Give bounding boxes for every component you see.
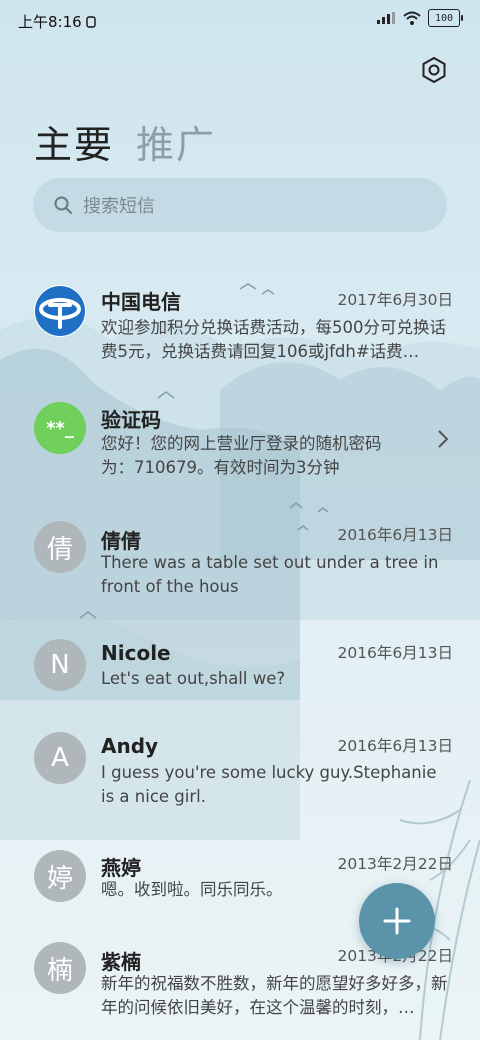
avatar: A [34, 732, 86, 784]
message-preview: 您好！您的网上营业厅登录的随机密码为：710679。有效时间为3分钟 [101, 434, 382, 477]
contact-name: Andy [101, 734, 159, 758]
contact-name: Nicole [101, 641, 171, 665]
avatar: 楠 [34, 942, 86, 994]
phone-icon [85, 15, 96, 28]
status-bar: 上午8:16 100 [0, 0, 480, 40]
conversation-row[interactable]: 倩 倩倩 2016年6月13日 There was a table set ou… [0, 521, 480, 621]
search-input[interactable]: 搜索短信 [33, 178, 447, 232]
avatar [34, 285, 86, 337]
status-time: 上午8:16 [18, 11, 97, 32]
tab-promotions[interactable]: 推广 [136, 114, 216, 169]
message-date: 2016年6月13日 [337, 644, 453, 662]
settings-button[interactable] [416, 52, 452, 88]
avatar: 婷 [34, 850, 86, 902]
message-preview: 欢迎参加积分兑换话费活动，每500分可兑换话费5元，兑换话费请回复106或jfd… [101, 318, 446, 361]
tab-primary[interactable]: 主要 [34, 114, 114, 169]
battery-icon: 100 [428, 9, 463, 27]
message-preview: I guess you're some lucky guy.Stephanie … [101, 763, 437, 806]
conversation-row[interactable]: 中国电信 2017年6月30日 欢迎参加积分兑换话费活动，每500分可兑换话费5… [0, 282, 480, 382]
new-message-button[interactable] [359, 883, 435, 959]
wifi-icon [403, 11, 421, 25]
battery-level: 100 [434, 12, 454, 24]
message-date: 2013年2月22日 [337, 855, 453, 873]
message-date: 2016年6月13日 [337, 737, 453, 755]
message-date: 2016年6月13日 [337, 526, 453, 544]
tab-bar: 主要 推广 [34, 114, 216, 169]
search-placeholder: 搜索短信 [83, 196, 155, 217]
message-preview: Let's eat out,shall we? [101, 669, 286, 688]
china-telecom-logo-icon [35, 286, 85, 336]
contact-name: 燕婷 [101, 856, 141, 880]
plus-icon [383, 907, 411, 935]
conversation-row[interactable]: **_ 验证码 您好！您的网上营业厅登录的随机密码为：710679。有效时间为3… [0, 402, 480, 502]
conversation-row[interactable]: A Andy 2016年6月13日 I guess you're some lu… [0, 732, 480, 832]
message-date: 2017年6月30日 [337, 291, 453, 309]
signal-icon [377, 12, 395, 24]
contact-name: 倩倩 [101, 529, 141, 553]
contact-name: 中国电信 [101, 290, 181, 314]
contact-name: 验证码 [101, 408, 161, 432]
status-time-text: 上午8:16 [18, 13, 82, 31]
avatar: N [34, 639, 86, 691]
settings-hexagon-icon [422, 56, 446, 84]
chevron-right-icon[interactable] [436, 428, 450, 450]
contact-name: 紫楠 [101, 950, 141, 974]
avatar: **_ [34, 402, 86, 454]
search-icon [54, 196, 72, 214]
avatar: 倩 [34, 521, 86, 573]
conversation-row[interactable]: N Nicole 2016年6月13日 Let's eat out,shall … [0, 639, 480, 719]
message-preview: 新年的祝福数不胜数，新年的愿望好多好多，新年的问候依旧美好，在这个温馨的时刻，… [101, 974, 448, 1017]
message-preview: There was a table set out under a tree i… [101, 553, 439, 596]
